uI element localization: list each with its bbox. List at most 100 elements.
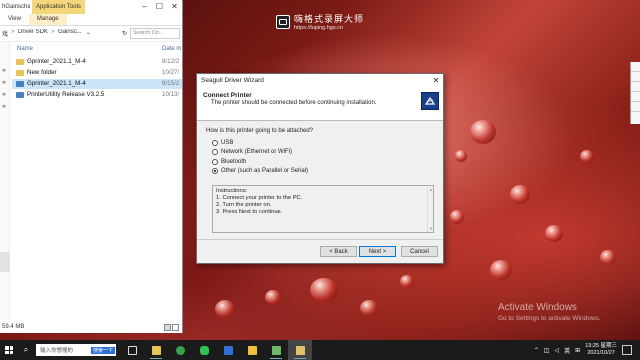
pin-icon: ✱ <box>2 80 7 86</box>
activate-windows-notice: Activate Windows Go to Settings to activ… <box>498 302 601 322</box>
close-icon[interactable]: ✕ <box>167 0 182 14</box>
clock-time: 13:25 星期三 <box>585 343 617 349</box>
seagull-logo-icon <box>421 92 439 110</box>
wizard-header: Connect Printer The printer should be co… <box>197 87 443 121</box>
selection-size: 59.4 MB <box>2 324 25 330</box>
option-network[interactable]: Network (Ethernet or WiFi) <box>212 149 434 156</box>
nav-scrollbar[interactable] <box>0 252 10 272</box>
clock[interactable]: 13:25 星期三 2021/10/27 <box>585 343 617 357</box>
water-drop <box>490 260 512 280</box>
input-method-icon[interactable]: ⊞ <box>575 347 580 354</box>
pinned-apps <box>120 340 312 360</box>
navigation-pane[interactable]: ✱ ✱ ✱ ✱ <box>0 42 10 320</box>
volume-icon[interactable]: ◁ <box>555 347 560 354</box>
video-app-icon[interactable] <box>216 340 240 360</box>
wizard-app-icon[interactable] <box>288 340 312 360</box>
folder-icon <box>16 69 24 76</box>
wizard-title: Seagull Driver Wizard <box>201 77 264 84</box>
breadcrumb-prefix: 戏 <box>2 32 9 38</box>
list-item[interactable]: Gprinter_2021.1_M-4 8/12/2 <box>12 57 182 68</box>
watermark-title: 嗨格式录屏大师 <box>294 14 365 24</box>
driver-wizard-dialog: Seagull Driver Wizard ✕ Connect Printer … <box>196 73 444 264</box>
minimize-icon[interactable]: – <box>137 0 152 14</box>
folder-icon[interactable] <box>240 340 264 360</box>
instructions-box[interactable]: Instructions: 1. Connect your printer to… <box>212 184 434 233</box>
option-other[interactable]: Other (such as Parallel or Serial) <box>212 168 434 175</box>
option-bluetooth[interactable]: Bluetooth <box>212 158 434 165</box>
network-icon[interactable]: ◫ <box>544 347 550 354</box>
offscreen-window-edge[interactable] <box>630 62 640 124</box>
next-button[interactable]: Next > <box>359 246 396 257</box>
breadcrumb-item[interactable]: Driver SDK <box>18 29 48 38</box>
printer-app-icon[interactable] <box>264 340 288 360</box>
option-usb[interactable]: USB <box>212 139 434 146</box>
file-explorer-window: hGainscha... Application Tools – ☐ ✕ Vie… <box>0 0 183 333</box>
tab-manage[interactable]: Manage <box>28 14 67 25</box>
file-explorer-icon[interactable] <box>144 340 168 360</box>
file-name: New folder <box>27 69 57 77</box>
application-icon <box>16 91 24 98</box>
status-bar: 59.4 MB <box>0 321 182 333</box>
list-item[interactable]: New folder 10/27/ <box>12 68 182 79</box>
radio-button-selected[interactable] <box>212 168 218 175</box>
water-drop <box>600 250 616 265</box>
water-drop <box>450 210 464 224</box>
cancel-button[interactable]: Cancel <box>401 246 438 257</box>
large-icons-view-icon[interactable] <box>172 323 179 331</box>
ribbon-tabs: View Manage <box>0 14 182 26</box>
watermark-url: https://luping.hgs.cn <box>294 25 343 31</box>
browser-icon[interactable] <box>168 340 192 360</box>
list-item[interactable]: PrinterUtility Release V3.2.5 10/13/ <box>12 90 182 101</box>
wechat-icon[interactable] <box>192 340 216 360</box>
water-drop <box>400 275 414 288</box>
chevron-down-icon[interactable]: ⌄ <box>86 29 91 38</box>
list-item[interactable]: Gprinter_2021.1_M-4 6/15/2 <box>12 78 182 89</box>
taskbar-search-input[interactable]: 输入你想搜的 搜索一下 <box>36 344 116 356</box>
wizard-titlebar: Seagull Driver Wizard ✕ <box>197 74 443 87</box>
folder-icon <box>16 58 24 65</box>
chevron-up-icon[interactable]: ⌃ <box>534 347 539 354</box>
recorder-watermark: 嗨格式录屏大师 https://luping.hgs.cn <box>276 12 364 31</box>
search-go-button[interactable]: 搜索一下 <box>90 346 115 354</box>
notification-icon[interactable] <box>622 345 632 355</box>
instruction-line: 2. Turn the printer on. <box>216 201 272 208</box>
radio-button[interactable] <box>212 149 218 156</box>
water-drop <box>360 300 378 316</box>
search-icon[interactable]: ⌕ <box>18 345 34 355</box>
start-button[interactable] <box>0 340 18 360</box>
file-name: Gprinter_2021.1_M-4 <box>27 58 86 66</box>
connection-options: USB Network (Ethernet or WiFi) Bluetooth… <box>212 139 434 175</box>
chevron-right-icon: › <box>52 29 55 35</box>
option-label: Bluetooth <box>221 158 247 165</box>
application-tools-tab[interactable]: Application Tools <box>32 0 85 14</box>
list-header: Name Date m <box>12 42 182 56</box>
ime-indicator[interactable]: 英 <box>564 346 570 355</box>
file-date: 8/12/2 <box>162 58 180 66</box>
instructions-scrollbar[interactable] <box>427 185 433 232</box>
pin-icon: ✱ <box>2 68 7 74</box>
instructions-heading: Instructions: <box>216 187 248 194</box>
details-view-icon[interactable] <box>164 323 171 331</box>
radio-button[interactable] <box>212 158 218 165</box>
breadcrumb-item[interactable]: Gainsc... <box>58 29 82 38</box>
tab-view[interactable]: View <box>0 14 29 25</box>
column-date[interactable]: Date m <box>162 46 181 52</box>
refresh-icon[interactable]: ↻ <box>122 30 127 37</box>
maximize-icon[interactable]: ☐ <box>152 0 167 14</box>
activate-title: Activate Windows <box>498 302 577 313</box>
file-name: PrinterUtility Release V3.2.5 <box>27 91 105 99</box>
back-button[interactable]: < Back <box>320 246 357 257</box>
step-subtitle: The printer should be connected before c… <box>211 100 377 106</box>
column-name[interactable]: Name <box>12 46 162 52</box>
water-drop <box>310 278 338 302</box>
taskbar: ⌕ 输入你想搜的 搜索一下 ⌃ ◫ ◁ 英 ⊞ 13:25 星期三 2021/1… <box>0 340 640 360</box>
activate-subtitle: Go to Settings to activate Windows. <box>498 315 601 322</box>
connection-question: How is this printer going to be attached… <box>206 128 314 134</box>
breadcrumb[interactable]: 戏 › Driver SDK › Gainsc... ⌄ <box>2 29 119 38</box>
close-icon[interactable]: ✕ <box>429 76 443 85</box>
search-input[interactable]: Search Dri... <box>130 28 180 39</box>
search-placeholder: 输入你想搜的 <box>40 348 74 354</box>
task-view-icon[interactable] <box>120 340 144 360</box>
water-drop <box>215 300 235 318</box>
radio-button[interactable] <box>212 139 218 146</box>
